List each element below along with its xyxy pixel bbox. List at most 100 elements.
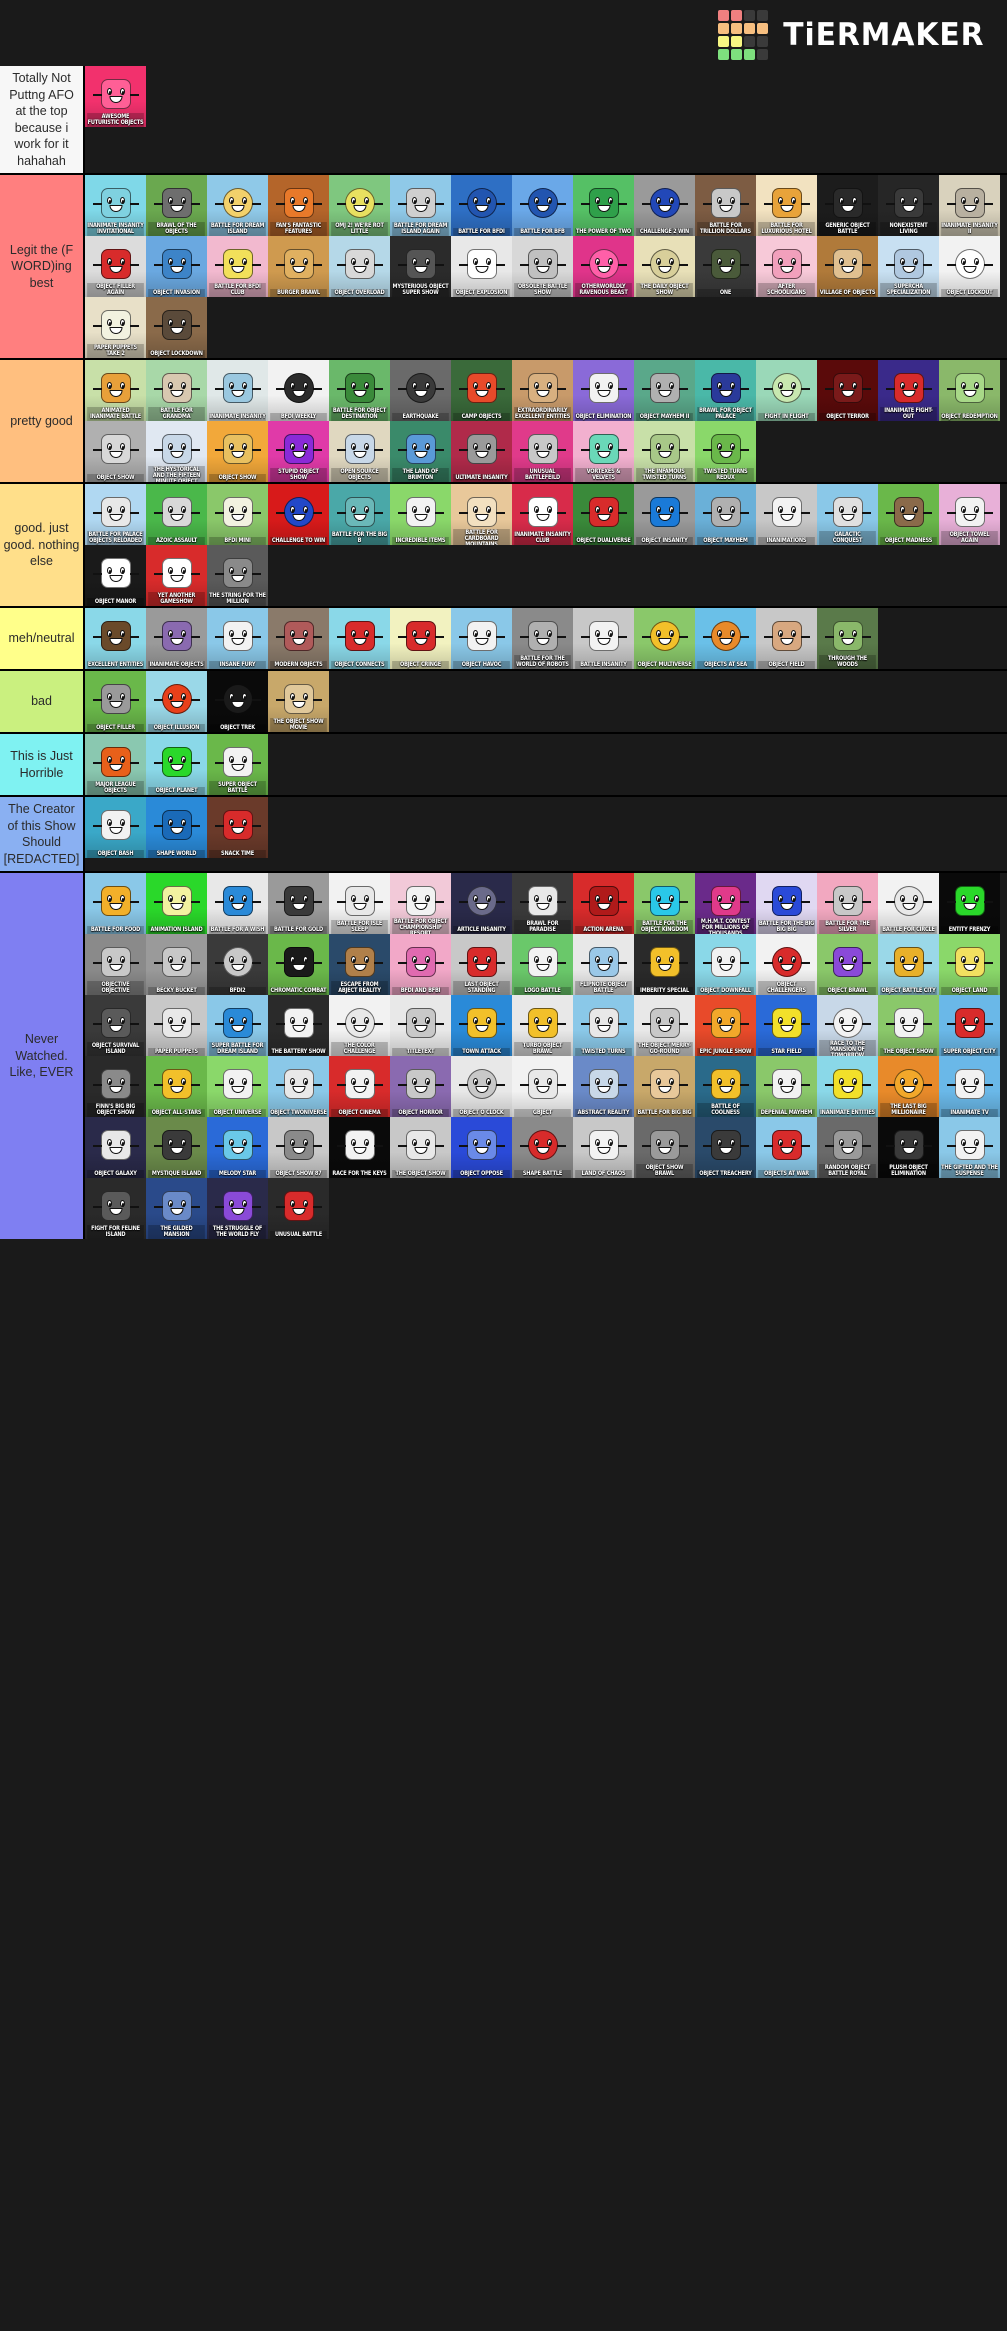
tier-item[interactable]: THE LAND OF BRIMTON [390, 421, 451, 482]
tier-item[interactable]: MELODY STAR [207, 1117, 268, 1178]
tier-item[interactable]: OBJECT ALL-STARS [146, 1056, 207, 1117]
tier-item[interactable]: BATTLE FOR LUXURIOUS HOTEL [756, 175, 817, 236]
tier-item[interactable]: PAPER PUPPETS [146, 995, 207, 1056]
tier-item[interactable]: OBJECT LOCKDOWN [146, 297, 207, 358]
tier-item[interactable]: THE OBJECT SHOW [390, 1117, 451, 1178]
tier-item[interactable]: OBJECT MADNESS [878, 484, 939, 545]
tier-item[interactable]: RACE FOR THE KEYS [329, 1117, 390, 1178]
tier-item[interactable]: FIGHT FOR FELINE ISLAND [85, 1178, 146, 1239]
tier-label[interactable]: This is Just Horrible [0, 734, 85, 795]
tier-item[interactable]: PAPER PUPPETS TAKE 2 [85, 297, 146, 358]
tier-item[interactable]: OBJECT FILLER AGAIN [85, 236, 146, 297]
tier-item[interactable]: INANIMATE FIGHT-OUT [878, 360, 939, 421]
tier-item[interactable]: BATTLE FOR THE SILVER [817, 873, 878, 934]
tier-item[interactable]: INANIMATE INSANITY CLUB [512, 484, 573, 545]
tier-item[interactable]: THE POWER OF TWO [573, 175, 634, 236]
tier-item[interactable]: BRAWL FOR OBJECT PALACE [695, 360, 756, 421]
tier-item[interactable]: INCREDIBLE ITEMS [390, 484, 451, 545]
tier-item[interactable]: THE INFAMOUS TWISTED TURNS [634, 421, 695, 482]
tier-item[interactable]: BATTLE FOR THE BIG B [329, 484, 390, 545]
tier-item[interactable]: OBJECT ELIMINATION [573, 360, 634, 421]
tier-item[interactable]: INANIMATE ENTITIES [817, 1056, 878, 1117]
tier-item[interactable]: OBSOLETE BATTLE SHOW [512, 236, 573, 297]
tier-item[interactable]: OBJECT TREK [207, 671, 268, 732]
tier-item[interactable]: TURBO OBJECT BRAWL [512, 995, 573, 1056]
tier-item[interactable]: THE HYSTORICAL AND THE FIFTEEN MINUTE OB… [146, 421, 207, 482]
tier-item[interactable]: OMJ 2! WE'RE ROT LITTLE [329, 175, 390, 236]
tier-item[interactable]: BATTLE FOR THE BIG BIG BIG [756, 873, 817, 934]
tier-item[interactable]: ESCAPE FROM ABJECT REALITY [329, 934, 390, 995]
tier-item[interactable]: OBJECTS AT SEA [695, 608, 756, 669]
tier-item[interactable]: FLIPNOTE OBJECT BATTLE [573, 934, 634, 995]
tier-item[interactable]: THE LAST BIG MILLIONAIRE [878, 1056, 939, 1117]
tier-item[interactable]: INANIMATE INSANITY II [939, 175, 1000, 236]
tier-item[interactable]: OBJECT O CLOCK [451, 1056, 512, 1117]
tier-label[interactable]: Legit the (F WORD)ing best [0, 175, 85, 358]
tier-item[interactable]: OBJECT CONNECTS [329, 608, 390, 669]
tier-item[interactable]: STUPID OBJECT SHOW [268, 421, 329, 482]
tier-item[interactable]: OBJECT SHOW 87 [268, 1117, 329, 1178]
tier-item[interactable]: BATTLE FOR THE WORLD OF ROBOTS [512, 608, 573, 669]
tier-item[interactable]: OBJECT OPPOSE [451, 1117, 512, 1178]
tier-item[interactable]: OBJECT ILLUSION [146, 671, 207, 732]
tier-item[interactable]: OBJECT BATTLE CITY [878, 934, 939, 995]
tier-item[interactable]: FINN'S BIG BIG OBJECT SHOW [85, 1056, 146, 1117]
tier-item[interactable]: BATTLE FOR BFDI CLUB [207, 236, 268, 297]
tier-item[interactable]: TOWN ATTACK [451, 995, 512, 1056]
tier-item[interactable]: BRAWL FOR PARADISE [512, 873, 573, 934]
tier-item[interactable]: UNUSUAL BATTLE [268, 1178, 329, 1239]
tier-item[interactable]: LAST OBJECT STANDING [451, 934, 512, 995]
tier-item[interactable]: FIGHT IN FLIGHT [756, 360, 817, 421]
tier-item[interactable]: THROUGH THE WOODS [817, 608, 878, 669]
tier-item[interactable]: BATTLE FOR BFDI [451, 175, 512, 236]
tier-item[interactable]: OBJECT FILLER [85, 671, 146, 732]
tier-item[interactable]: BFDI MINI [207, 484, 268, 545]
tier-item[interactable]: OBJECT SHOW [85, 421, 146, 482]
tier-item[interactable]: THE GILDED MANSION [146, 1178, 207, 1239]
tier-label[interactable]: good. just good. nothing else [0, 484, 85, 606]
tier-item[interactable]: BATTLE FOR BIG BIG [634, 1056, 695, 1117]
tier-item[interactable]: OBJECT TREACHERY [695, 1117, 756, 1178]
tier-label[interactable]: pretty good [0, 360, 85, 482]
tier-item[interactable]: ENTITY FRENZY [939, 873, 1000, 934]
tier-item[interactable]: ONE [695, 236, 756, 297]
tier-item[interactable]: OBJECT DOWNFALL [695, 934, 756, 995]
tier-item[interactable]: OBJECT HAVOC [451, 608, 512, 669]
tier-item[interactable]: DEPENIAL MAYHEM [756, 1056, 817, 1117]
tier-item[interactable]: INANIMATE TV [939, 1056, 1000, 1117]
tier-item[interactable]: TWISTED TURNS [573, 995, 634, 1056]
tier-item[interactable]: BATTLE OF COOLNESS [695, 1056, 756, 1117]
tier-item[interactable]: RACE TO THE MANSION OF TOMORROW [817, 995, 878, 1056]
tier-item[interactable]: ANIMATED INANIMATE BATTLE [85, 360, 146, 421]
tier-item[interactable]: BATTLE FOR CIRCLE [878, 873, 939, 934]
tier-item[interactable]: THE OBJECT SHOW [878, 995, 939, 1056]
tier-item[interactable]: PLUSH OBJECT ELIMINATION [878, 1117, 939, 1178]
tier-item[interactable]: INANIMATE OBJECTS [146, 608, 207, 669]
tier-item[interactable]: ABSTRACT REALITY [573, 1056, 634, 1117]
tier-item[interactable]: OBJECT PLANET [146, 734, 207, 795]
tier-item[interactable]: TITLETEXT [390, 995, 451, 1056]
tier-item[interactable]: UNUSUAL BATTLEFEILD [512, 421, 573, 482]
tier-item[interactable]: OBJECT SURVIVAL ISLAND [85, 995, 146, 1056]
tier-item[interactable]: BATTLE FOR OBJECT CHAMPIONSHIP RESORT [390, 873, 451, 934]
tier-item[interactable]: CHALLENGE TO WIN [268, 484, 329, 545]
tier-item[interactable]: MODERN OBJECTS [268, 608, 329, 669]
tier-item[interactable]: CAMP OBJECTS [451, 360, 512, 421]
tier-item[interactable]: BATTLE FOR A WISH [207, 873, 268, 934]
tier-item[interactable]: FAN'S FANTASTIC FEATURES [268, 175, 329, 236]
tier-item[interactable]: SUPER BATTLE FOR DREAM ISLAND [207, 995, 268, 1056]
tier-item[interactable]: GALACTIC CONQUEST [817, 484, 878, 545]
tier-item[interactable]: VORTEXES & VELVETS [573, 421, 634, 482]
tier-item[interactable]: SUPERCHA SPECIALIZATION [878, 236, 939, 297]
tier-item[interactable]: SHAPE BATTLE [512, 1117, 573, 1178]
tier-item[interactable]: AWESOME FUTURISTIC OBJECTS [85, 66, 146, 127]
tier-item[interactable]: OBJECT EXPLOSION [451, 236, 512, 297]
tier-item[interactable]: BATTLE FOR CARDBOARD MOUNTAINS [451, 484, 512, 545]
tier-item[interactable]: NONEXISTENT LIVING [878, 175, 939, 236]
tier-item[interactable]: ULTIMATE INSANITY [451, 421, 512, 482]
tier-item[interactable]: THE STRUGGLE OF THE WORLD FLY [207, 1178, 268, 1239]
tier-item[interactable]: EPIC JUNGLE SHOW [695, 995, 756, 1056]
tier-item[interactable]: IMBERITY SPECIAL [634, 934, 695, 995]
tier-item[interactable]: OBJECT LOCKOUT [939, 236, 1000, 297]
tier-item[interactable]: INSANE FURY [207, 608, 268, 669]
